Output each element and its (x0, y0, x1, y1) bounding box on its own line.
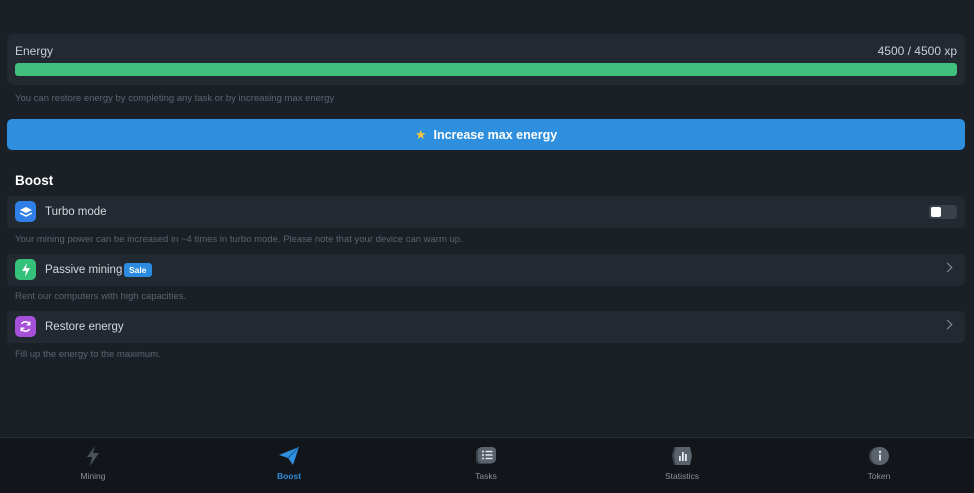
boost-page: Energy 4500 / 4500 xp You can restore en… (0, 0, 974, 493)
chevron-right-icon (942, 319, 953, 330)
turbo-mode-label: Turbo mode (45, 206, 107, 218)
energy-card: Energy 4500 / 4500 xp (7, 34, 965, 85)
info-icon (868, 445, 890, 467)
lightning-icon (15, 259, 36, 280)
chevron-right-icon (942, 262, 953, 273)
energy-value: 4500 / 4500 xp (877, 44, 957, 58)
nav-label-mining: Mining (80, 471, 106, 481)
nav-item-statistics[interactable]: Statistics (622, 438, 742, 493)
energy-hint: You can restore energy by completing any… (15, 93, 335, 104)
nav-label-statistics: Statistics (664, 471, 699, 481)
restore-energy-row[interactable]: Restore energy (7, 311, 965, 343)
energy-progress-bar (15, 63, 957, 76)
paper-plane-icon (278, 445, 300, 467)
passive-mining-description: Rent our computers with high capacities. (15, 291, 187, 302)
turbo-icon (15, 201, 36, 222)
list-icon (475, 445, 497, 467)
turbo-mode-toggle[interactable] (929, 205, 957, 219)
increase-max-energy-button[interactable]: ★ Increase max energy (7, 119, 965, 150)
nav-label-tasks: Tasks (475, 471, 497, 481)
restore-energy-label: Restore energy (45, 321, 124, 333)
sale-badge: Sale (124, 263, 152, 277)
refresh-icon (15, 316, 36, 337)
turbo-mode-row[interactable]: Turbo mode (7, 196, 965, 228)
nav-item-token[interactable]: Token (819, 438, 939, 493)
nav-label-boost: Boost (276, 471, 302, 481)
nav-item-boost[interactable]: Boost (229, 438, 349, 493)
increase-max-energy-label: Increase max energy (433, 127, 558, 142)
lightning-icon (82, 445, 104, 467)
energy-label: Energy (15, 44, 54, 58)
toggle-knob (931, 207, 941, 217)
nav-label-token: Token (867, 471, 891, 481)
bar-chart-icon (671, 445, 693, 467)
restore-energy-description: Fill up the energy to the maximum. (15, 349, 161, 360)
bottom-nav: Mining Boost Tasks Statistics Token (0, 437, 974, 493)
passive-mining-row[interactable]: Passive mining Sale (7, 254, 965, 286)
turbo-mode-description: Your mining power can be increased in ~4… (15, 234, 463, 245)
star-icon: ★ (414, 126, 427, 142)
passive-mining-label: Passive mining (45, 264, 123, 276)
nav-item-tasks[interactable]: Tasks (426, 438, 546, 493)
nav-item-mining[interactable]: Mining (33, 438, 153, 493)
boost-section-title: Boost (15, 173, 54, 188)
energy-progress-fill (15, 63, 957, 76)
